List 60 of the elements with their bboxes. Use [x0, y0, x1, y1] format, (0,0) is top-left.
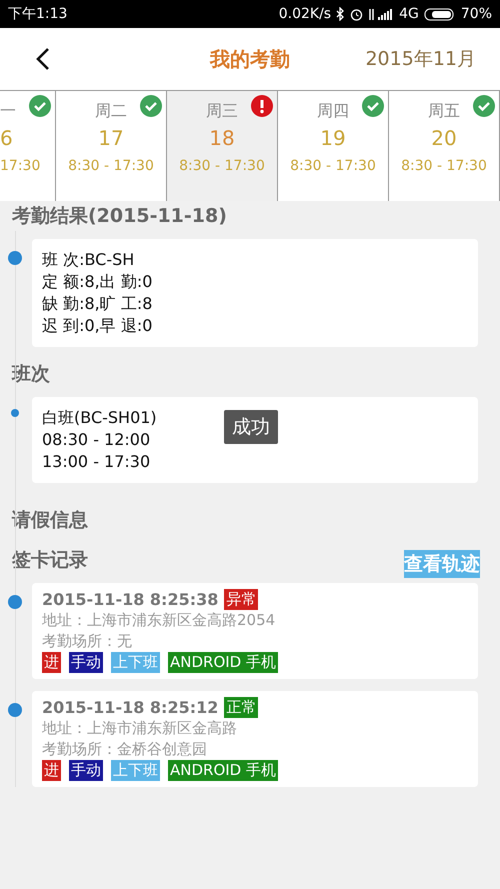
network-type: 4G	[399, 6, 419, 22]
date-number: 20	[431, 126, 457, 150]
work-hours: 8:30 - 17:30	[290, 158, 376, 174]
result-line: 缺 勤:8,旷 工:8	[42, 293, 152, 315]
bluetooth-icon	[336, 7, 346, 21]
status-tag: 异常	[224, 589, 258, 610]
weekday-label: 周三	[206, 101, 238, 122]
record-tag: 上下班	[111, 760, 160, 781]
record-tag: 进	[42, 760, 61, 781]
status-tag: 正常	[224, 697, 258, 718]
month-label: 2015年11月	[365, 47, 476, 72]
date-number: 17	[98, 126, 124, 150]
day-tab[interactable]: 周三 18 8:30 - 17:30	[167, 91, 278, 201]
work-hours: 8:30 - 17:30	[401, 158, 487, 174]
record-tag: 手动	[69, 652, 103, 673]
weekday-label: 一	[0, 101, 16, 122]
view-track-button[interactable]: 查看轨迹	[404, 550, 480, 578]
record-address: 地址：上海市浦东新区金高路2054	[42, 610, 276, 631]
shift-line: 13:00 - 17:30	[42, 451, 150, 473]
timeline-dot	[8, 251, 22, 265]
record-tag: ANDROID 手机	[168, 760, 278, 781]
result-line: 定 额:8,出 勤:0	[42, 271, 152, 293]
result-line: 迟 到:0,早 退:0	[42, 315, 152, 337]
battery-icon	[424, 8, 456, 20]
date-number: 19	[320, 126, 346, 150]
shift-line: 白班(BC-SH01)	[42, 407, 157, 429]
weekday-label: 周二	[95, 101, 127, 122]
timeline-dot	[8, 595, 22, 609]
section-heading: 签卡记录	[12, 548, 88, 573]
record-place: 考勤场所：金桥谷创意园	[42, 739, 208, 760]
date-number: 18	[209, 126, 235, 150]
alarm-icon	[350, 8, 364, 20]
battery-percent: 70%	[460, 6, 492, 22]
weekday-label: 周四	[317, 101, 349, 122]
timeline-dot	[8, 703, 22, 717]
day-tab[interactable]: 周五 20 8:30 - 17:30	[389, 91, 500, 201]
record-time: 2015-11-18 8:25:38	[42, 589, 218, 610]
record-time: 2015-11-18 8:25:12	[42, 697, 218, 718]
record-address: 地址：上海市浦东新区金高路	[42, 718, 238, 739]
result-line: 班 次:BC-SH	[42, 249, 134, 271]
clock-time: 下午1:13	[8, 5, 68, 23]
timeline-dot	[11, 409, 19, 417]
day-tab[interactable]: 周四 19 8:30 - 17:30	[278, 91, 389, 201]
record-tag: 手动	[69, 760, 103, 781]
page-title: 我的考勤	[210, 46, 290, 72]
signal-icon	[368, 8, 394, 20]
record-place: 考勤场所：无	[42, 631, 133, 652]
work-hours: 17:30	[0, 158, 40, 174]
work-hours: 8:30 - 17:30	[68, 158, 154, 174]
record-tag: 进	[42, 652, 61, 673]
shift-line: 08:30 - 12:00	[42, 429, 150, 451]
day-tab[interactable]: 一 6 17:30	[0, 91, 56, 201]
work-hours: 8:30 - 17:30	[179, 158, 265, 174]
date-number: 6	[0, 126, 13, 150]
record-tag: ANDROID 手机	[168, 652, 278, 673]
record-tag: 上下班	[111, 652, 160, 673]
network-speed: 0.02K/s	[278, 6, 332, 22]
weekday-label: 周五	[428, 101, 460, 122]
toast-message: 成功	[224, 410, 278, 444]
section-heading: 考勤结果(2015-11-18)	[12, 204, 228, 229]
